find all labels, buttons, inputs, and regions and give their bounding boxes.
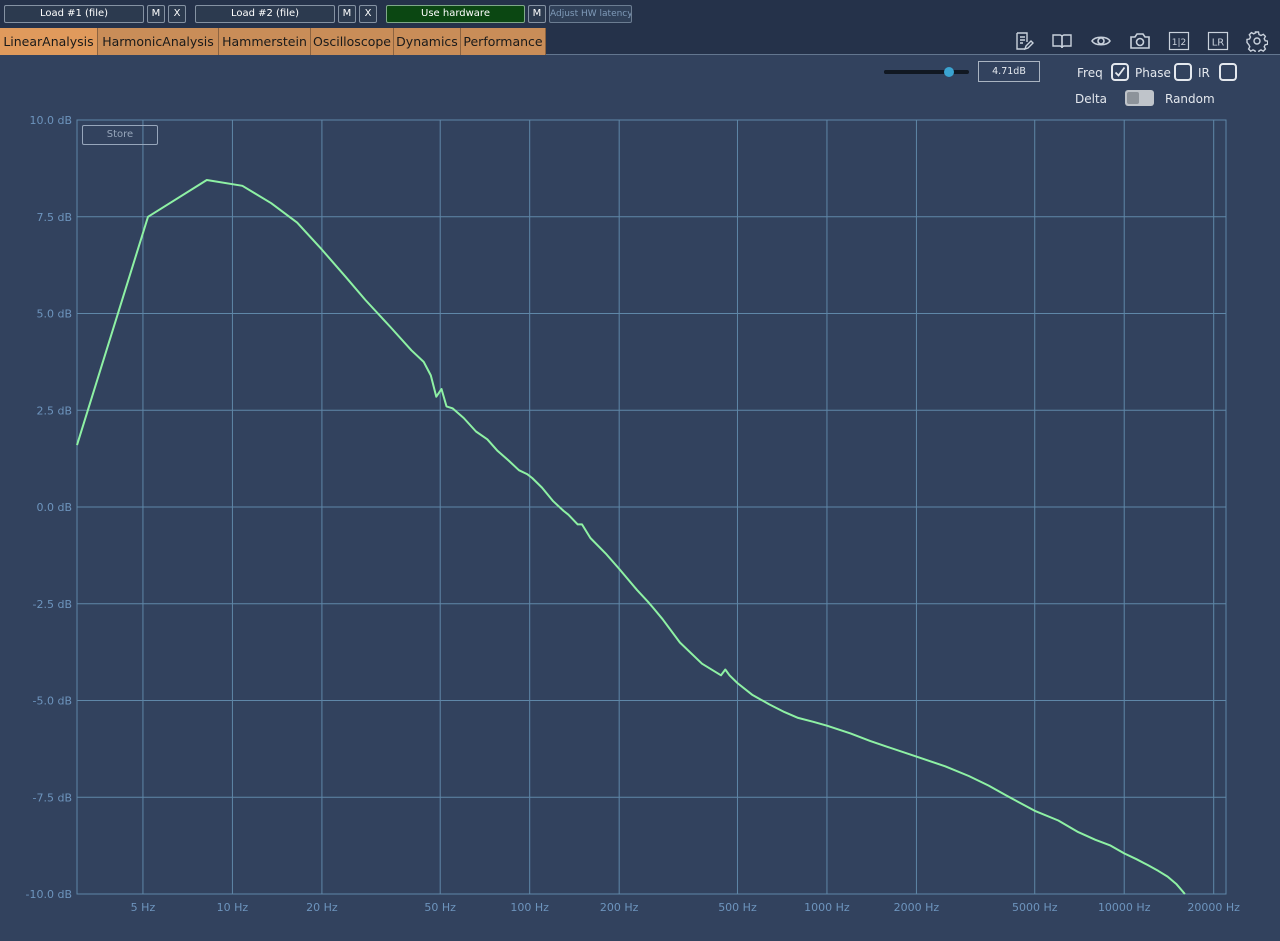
x-tick-label: 10000 Hz bbox=[1098, 901, 1151, 914]
y-tick-label: 2.5 dB bbox=[36, 404, 72, 417]
x-tick-label: 10 Hz bbox=[217, 901, 249, 914]
frequency-response-curve bbox=[76, 179, 1186, 895]
y-tick-label: 10.0 dB bbox=[29, 114, 72, 127]
x-tick-label: 100 Hz bbox=[510, 901, 549, 914]
x-tick-label: 50 Hz bbox=[424, 901, 456, 914]
y-tick-label: 0.0 dB bbox=[36, 501, 72, 514]
x-tick-label: 2000 Hz bbox=[894, 901, 940, 914]
x-tick-label: 200 Hz bbox=[600, 901, 639, 914]
x-tick-label: 20000 Hz bbox=[1187, 901, 1240, 914]
y-tick-label: -10.0 dB bbox=[26, 888, 73, 901]
x-tick-label: 5000 Hz bbox=[1012, 901, 1058, 914]
x-tick-label: 20 Hz bbox=[306, 901, 338, 914]
x-tick-label: 1000 Hz bbox=[804, 901, 850, 914]
y-tick-label: -5.0 dB bbox=[33, 695, 73, 708]
y-tick-label: -7.5 dB bbox=[33, 791, 73, 804]
y-tick-label: 5.0 dB bbox=[36, 308, 72, 321]
x-tick-label: 5 Hz bbox=[131, 901, 156, 914]
y-tick-label: -2.5 dB bbox=[33, 598, 73, 611]
y-tick-label: 7.5 dB bbox=[36, 211, 72, 224]
x-tick-label: 500 Hz bbox=[718, 901, 757, 914]
store-button[interactable]: Store bbox=[82, 125, 158, 145]
frequency-response-chart[interactable]: 10.0 dB 7.5 dB 5.0 dB 2.5 dB 0.0 dB -2.5 dB -5… bbox=[0, 0, 1280, 941]
